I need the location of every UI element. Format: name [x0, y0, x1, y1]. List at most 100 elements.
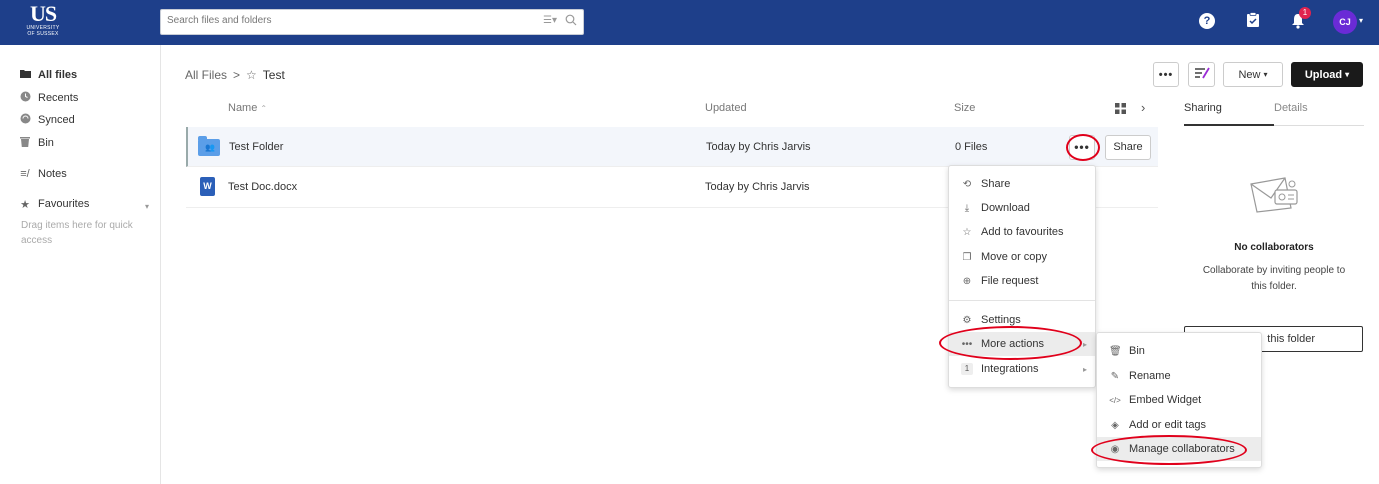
- new-button-label: New: [1238, 68, 1261, 81]
- favourites-drag-hint: Drag items here for quick access: [21, 220, 133, 246]
- file-name[interactable]: Test Doc.docx: [228, 181, 297, 193]
- sidebar-item-favourites[interactable]: ★ Favourites: [19, 196, 89, 212]
- column-header-label: Name: [228, 102, 258, 114]
- help-icon[interactable]: ?: [1199, 13, 1215, 29]
- sidebar-item-all-files[interactable]: All files: [19, 67, 77, 83]
- table-row[interactable]: 👥 Test Folder Today by Chris Jarvis 0 Fi…: [186, 127, 1158, 167]
- chevron-down-icon[interactable]: ▾: [1359, 16, 1363, 25]
- chevron-right-icon: ▸: [1082, 339, 1087, 349]
- university-logo[interactable]: US UNIVERSITY OF SUSSEX: [18, 1, 68, 38]
- shared-folder-icon: 👥: [198, 136, 220, 156]
- breadcrumb-root[interactable]: All Files: [185, 68, 227, 82]
- sidebar-item-recents[interactable]: Recents: [19, 90, 78, 106]
- sync-icon: [19, 113, 31, 127]
- search-icon[interactable]: [565, 14, 577, 29]
- menu-item-download[interactable]: ⤓ Download: [949, 196, 1095, 220]
- notes-icon: [1194, 67, 1210, 82]
- bin-icon: [19, 136, 31, 150]
- more-options-button[interactable]: •••: [1153, 62, 1179, 87]
- sidebar-item-label: Notes: [38, 168, 67, 180]
- search-box[interactable]: ☰▾: [160, 9, 584, 35]
- column-header-updated[interactable]: Updated: [705, 102, 747, 114]
- upload-cloud-icon: ⊕: [962, 275, 972, 287]
- menu-item-add-or-edit-tags[interactable]: ◈ Add or edit tags: [1097, 413, 1261, 437]
- share-icon: ⟲: [962, 178, 972, 190]
- annotation-ring-row-more: [1066, 134, 1100, 161]
- filter-icon[interactable]: ☰▾: [543, 15, 557, 26]
- grid-view-icon[interactable]: [1115, 103, 1126, 117]
- file-name[interactable]: Test Folder: [229, 141, 283, 153]
- annotation-ring-more-actions: [939, 326, 1082, 360]
- row-share-button[interactable]: Share: [1105, 135, 1151, 160]
- new-button[interactable]: New ▾: [1223, 62, 1283, 87]
- sidebar-item-bin[interactable]: Bin: [19, 135, 54, 151]
- sidebar-item-notes[interactable]: ≡/ Notes: [19, 166, 67, 182]
- menu-item-rename[interactable]: ✎ Rename: [1097, 364, 1261, 388]
- tab-sharing[interactable]: Sharing: [1184, 102, 1222, 114]
- sidebar-item-synced[interactable]: Synced: [19, 112, 75, 128]
- menu-separator: [949, 300, 1095, 301]
- breadcrumb-separator: >: [233, 68, 241, 82]
- menu-item-move-or-copy[interactable]: ❐ Move or copy: [949, 245, 1095, 269]
- file-updated: Today by Chris Jarvis: [706, 141, 811, 153]
- breadcrumb-current: Test: [262, 68, 285, 82]
- menu-item-label: Embed Widget: [1129, 394, 1202, 406]
- star-icon[interactable]: ☆: [246, 68, 257, 82]
- menu-item-embed-widget[interactable]: </> Embed Widget: [1097, 388, 1261, 412]
- top-bar: US UNIVERSITY OF SUSSEX ☰▾ ? 1 CJ ▾: [0, 0, 1379, 45]
- word-doc-icon: W: [200, 177, 215, 196]
- sidebar-item-label: All files: [38, 69, 78, 81]
- clock-icon: [19, 91, 31, 105]
- menu-item-label: Move or copy: [981, 251, 1048, 263]
- tab-details[interactable]: Details: [1274, 102, 1308, 114]
- envelope-illustration: [1247, 174, 1301, 217]
- sidebar-item-label: Recents: [38, 92, 79, 104]
- menu-item-label: Share: [981, 178, 1011, 190]
- no-collaborators-title: No collaborators: [1234, 242, 1314, 253]
- chevron-right-icon[interactable]: ›: [1141, 100, 1145, 115]
- tasks-icon[interactable]: [1246, 12, 1260, 31]
- menu-item-label: File request: [981, 275, 1039, 287]
- sidebar-item-label: Favourites: [38, 198, 90, 210]
- sidebar-item-label: Bin: [38, 137, 54, 149]
- file-size: 0 Files: [955, 141, 988, 153]
- bin-icon: 🗑: [1109, 345, 1122, 357]
- chevron-down-icon[interactable]: ▾: [145, 202, 149, 211]
- upload-button[interactable]: Upload ▾: [1291, 62, 1363, 87]
- sidebar: All files Recents Synced Bin ≡/ Notes ★ …: [0, 45, 161, 484]
- upload-button-label: Upload: [1304, 68, 1343, 81]
- chevron-down-icon: ▾: [1345, 70, 1350, 79]
- menu-item-label: Settings: [981, 314, 1021, 326]
- column-header-name[interactable]: Name ⌃: [228, 102, 267, 114]
- code-icon: </>: [1109, 395, 1121, 405]
- file-updated: Today by Chris Jarvis: [705, 181, 810, 193]
- notes-button[interactable]: [1188, 62, 1215, 87]
- logo-sub-2: OF SUSSEX: [27, 31, 59, 37]
- integrations-badge: 1: [961, 363, 973, 375]
- column-header-size[interactable]: Size: [954, 102, 975, 114]
- download-icon: ⤓: [964, 202, 970, 214]
- logo-main: US: [29, 1, 57, 26]
- sort-ascending-icon: ⌃: [260, 104, 268, 113]
- no-collaborators-text: Collaborate by inviting people to this f…: [1202, 265, 1346, 292]
- menu-item-integrations[interactable]: 1 Integrations ▸: [949, 357, 1095, 381]
- menu-item-share[interactable]: ⟲ Share: [949, 172, 1095, 196]
- pencil-icon: ✎: [1110, 370, 1120, 382]
- menu-item-add-to-favourites[interactable]: ☆ Add to favourites: [949, 220, 1095, 244]
- menu-item-label: Rename: [1129, 370, 1171, 382]
- tag-icon: ◈: [1111, 419, 1119, 431]
- sidebar-item-label: Synced: [38, 114, 75, 126]
- folder-icon: [19, 69, 31, 81]
- user-avatar[interactable]: CJ: [1333, 10, 1357, 34]
- active-tab-indicator: [1184, 124, 1274, 126]
- menu-item-label: Add to favourites: [981, 226, 1064, 238]
- search-input[interactable]: [167, 15, 527, 26]
- menu-item-bin[interactable]: 🗑 Bin: [1097, 339, 1261, 363]
- notes-icon: ≡/: [20, 168, 30, 180]
- menu-item-label: Integrations: [981, 363, 1039, 375]
- notification-badge: 1: [1299, 7, 1311, 19]
- gear-icon: ⚙: [962, 314, 972, 326]
- menu-item-file-request[interactable]: ⊕ File request: [949, 269, 1095, 293]
- menu-item-label: Bin: [1129, 345, 1145, 357]
- annotation-ring-manage-collaborators: [1091, 435, 1247, 465]
